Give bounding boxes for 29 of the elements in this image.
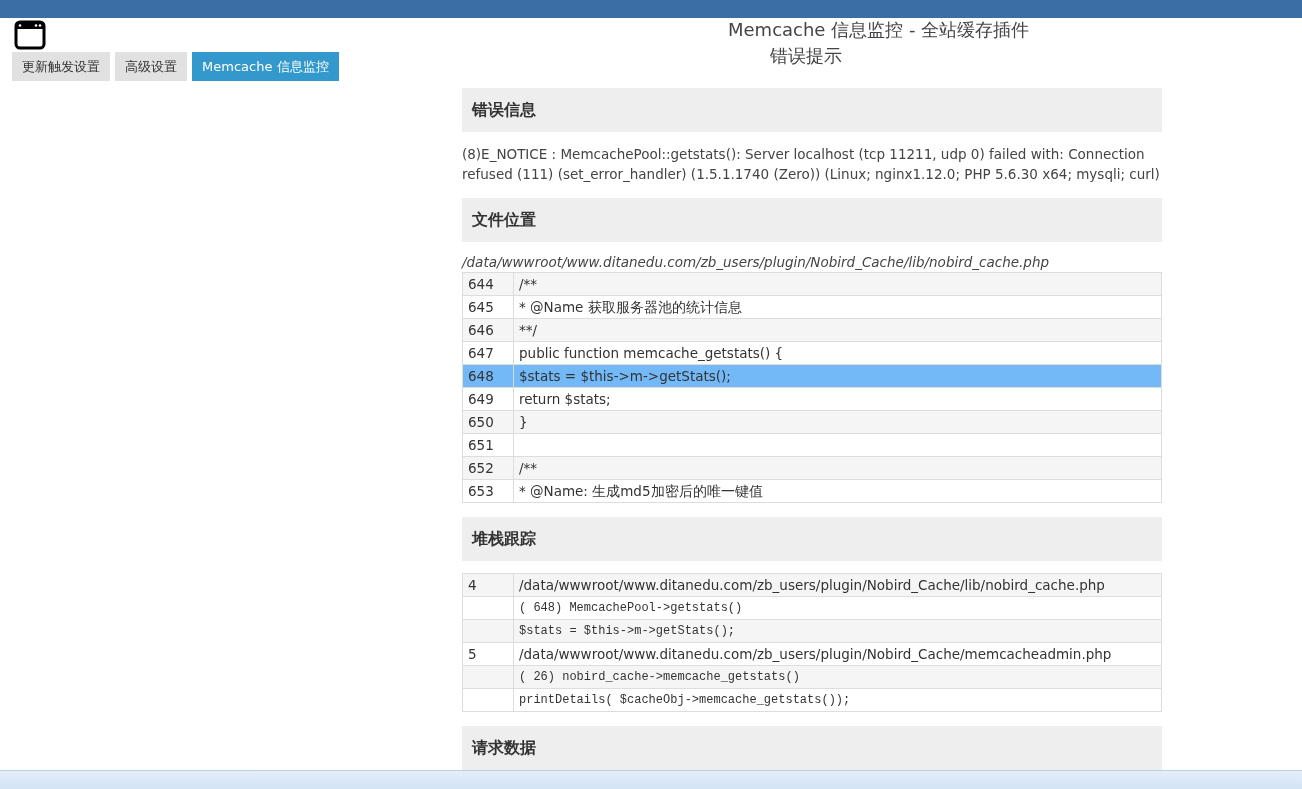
page-subtitle: 错误提示 bbox=[770, 44, 842, 68]
frame-index: 5 bbox=[468, 646, 477, 662]
section-heading: 错误信息 bbox=[462, 88, 1162, 132]
section-heading: 文件位置 bbox=[462, 198, 1162, 242]
trace-code: printDetails( $cacheObj->memcache_getstats()); bbox=[518, 692, 851, 709]
code-line: public function memcache_getstats() { bbox=[518, 344, 784, 363]
line-number: 653 bbox=[463, 480, 514, 502]
trace-code: $stats = $this->m->getStats(); bbox=[518, 623, 736, 640]
frame-index: 4 bbox=[468, 577, 477, 593]
trace-file: /data/wwwroot/www.ditanedu.com/zb_users/plugin/Nobird_Cache/memcacheadmin.php bbox=[518, 645, 1112, 664]
tab[interactable]: 高级设置 bbox=[115, 52, 187, 81]
tab[interactable]: 更新触发设置 bbox=[12, 52, 110, 81]
code-line: } bbox=[518, 413, 528, 432]
page-title: Memcache 信息监控 - 全站缓存插件 bbox=[728, 18, 1030, 42]
window-icon bbox=[14, 20, 46, 50]
code-line: * @Name: 生成md5加密后的唯一键值 bbox=[518, 482, 763, 501]
code-line: /** bbox=[518, 459, 538, 478]
trace-file: /data/wwwroot/www.ditanedu.com/zb_users/plugin/Nobird_Cache/lib/nobird_cache.php bbox=[518, 576, 1105, 595]
trace-code: ( 648) MemcachePool->getstats() bbox=[518, 600, 743, 617]
file-path: /data/wwwroot/www.ditanedu.com/zb_users/plugin/Nobird_Cache/lib/nobird_cache.php bbox=[462, 253, 1051, 272]
section-heading: 请求数据 bbox=[462, 726, 1162, 770]
trace-code: ( 26) nobird_cache->memcache_getstats() bbox=[518, 669, 800, 686]
code-line: return $stats; bbox=[518, 390, 611, 409]
section-heading: 堆栈跟踪 bbox=[462, 517, 1162, 561]
error-message: (8)E_NOTICE : MemcachePool::getstats(): Server localhost (tcp 11211, udp 0) failed with: Connection refused (111) (set_error_handler) (1.5.1.1740 (Zero)) (Linux; nginx1.12.0; PHP 5.6.30 x64; mysqli; curl) bbox=[462, 145, 1161, 184]
code-line: * @Name 获取服务器池的统计信息 bbox=[518, 298, 742, 317]
code-line: $stats = $this->m->getStats(); bbox=[518, 367, 731, 386]
code-line: **/ bbox=[518, 321, 538, 340]
code-line: /** bbox=[518, 275, 538, 294]
